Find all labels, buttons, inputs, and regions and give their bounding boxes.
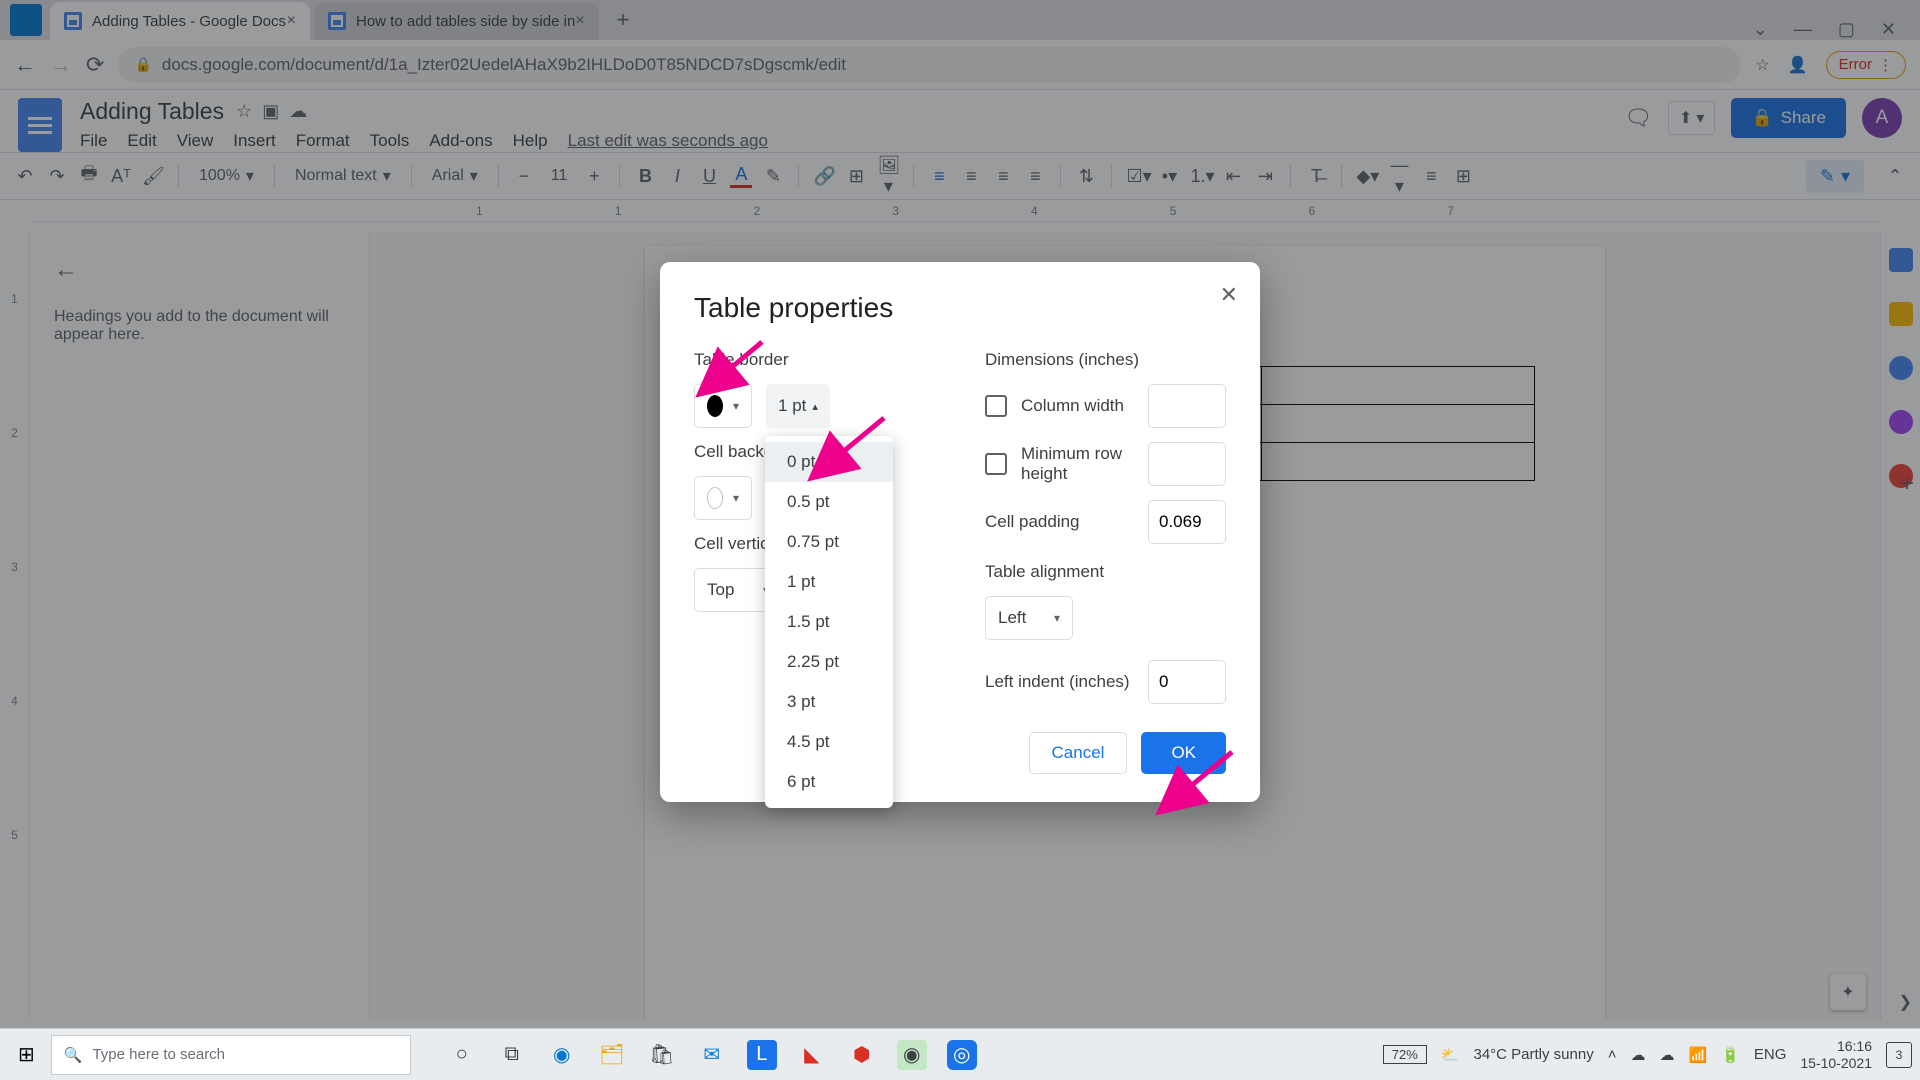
mail-icon[interactable]: ✉ <box>697 1040 727 1070</box>
border-width-select[interactable]: 1 pt ▴ <box>766 384 830 428</box>
pt-option[interactable]: 6 pt <box>765 762 893 802</box>
pt-option[interactable]: 3 pt <box>765 682 893 722</box>
ok-button[interactable]: OK <box>1141 732 1226 774</box>
border-color-button[interactable]: ▾ <box>694 384 752 428</box>
vert-align-label: Cell vertic <box>694 534 774 554</box>
meetnow-icon[interactable]: ☁ <box>1659 1046 1674 1064</box>
color-swatch-icon <box>707 395 723 417</box>
pt-option[interactable]: 1 pt <box>765 562 893 602</box>
border-section-label: Table border <box>694 350 935 370</box>
cortana-icon[interactable]: ○ <box>447 1040 477 1070</box>
app-l-icon[interactable]: L <box>747 1040 777 1070</box>
chrome-icon[interactable]: ◉ <box>897 1040 927 1070</box>
dimensions-label: Dimensions (inches) <box>985 350 1226 370</box>
start-button[interactable]: ⊞ <box>8 1042 45 1067</box>
action-center-icon[interactable]: 3 <box>1886 1042 1912 1068</box>
language-indicator[interactable]: ENG <box>1754 1046 1787 1063</box>
cell-padding-input[interactable] <box>1148 500 1226 544</box>
table-alignment-label: Table alignment <box>985 562 1226 582</box>
column-width-label: Column width <box>1021 396 1134 416</box>
chevron-down-icon: ▾ <box>1054 611 1060 625</box>
pt-option[interactable]: 1.5 pt <box>765 602 893 642</box>
pt-option[interactable]: 4.5 pt <box>765 722 893 762</box>
color-swatch-icon <box>707 487 723 509</box>
explorer-icon[interactable]: 🗂 <box>597 1040 627 1070</box>
weather-text[interactable]: 34°C Partly sunny <box>1473 1046 1593 1063</box>
cell-bg-label: Cell background color <box>694 442 774 462</box>
chevron-down-icon: ▾ <box>733 491 739 505</box>
left-indent-label: Left indent (inches) <box>985 672 1134 692</box>
column-width-input[interactable] <box>1148 384 1226 428</box>
pt-option[interactable]: 0.5 pt <box>765 482 893 522</box>
table-alignment-select[interactable]: Left ▾ <box>985 596 1073 640</box>
row-height-checkbox[interactable] <box>985 453 1007 475</box>
office-icon[interactable]: ⬢ <box>847 1040 877 1070</box>
camera-icon[interactable]: ◎ <box>947 1040 977 1070</box>
chevron-down-icon: ▾ <box>733 399 739 413</box>
dialog-close-icon[interactable]: ✕ <box>1220 282 1238 308</box>
column-width-checkbox[interactable] <box>985 395 1007 417</box>
store-icon[interactable]: 🛍 <box>647 1040 677 1070</box>
taskbar-search[interactable]: 🔍 Type here to search <box>51 1035 411 1075</box>
cell-bg-color-button[interactable]: ▾ <box>694 476 752 520</box>
pt-option[interactable]: 2.25 pt <box>765 642 893 682</box>
chevron-up-icon: ▴ <box>812 400 818 413</box>
cancel-button[interactable]: Cancel <box>1029 732 1128 774</box>
battery-indicator[interactable]: 72% <box>1383 1045 1427 1064</box>
pt-option[interactable]: 0 pt <box>765 442 893 482</box>
taskview-icon[interactable]: ⧉ <box>497 1040 527 1070</box>
cell-padding-label: Cell padding <box>985 512 1134 532</box>
border-width-menu: 0 pt 0.5 pt 0.75 pt 1 pt 1.5 pt 2.25 pt … <box>765 436 893 808</box>
mcafee-icon[interactable]: ◣ <box>797 1040 827 1070</box>
edge-icon[interactable]: ◉ <box>547 1040 577 1070</box>
left-indent-input[interactable] <box>1148 660 1226 704</box>
table-properties-dialog: ✕ Table properties Table border ▾ 1 pt ▴… <box>660 262 1260 802</box>
weather-icon[interactable]: ⛅ <box>1441 1046 1460 1064</box>
pt-option[interactable]: 0.75 pt <box>765 522 893 562</box>
row-height-input[interactable] <box>1148 442 1226 486</box>
battery-icon[interactable]: 🔋 <box>1721 1046 1740 1064</box>
tray-chevron-icon[interactable]: ˄ <box>1608 1046 1617 1063</box>
windows-taskbar: ⊞ 🔍 Type here to search ○ ⧉ ◉ 🗂 🛍 ✉ L ◣ … <box>0 1028 1920 1080</box>
taskbar-clock[interactable]: 16:16 15-10-2021 <box>1800 1038 1872 1072</box>
onedrive-icon[interactable]: ☁ <box>1630 1046 1645 1064</box>
row-height-label: Minimum row height <box>1021 444 1134 484</box>
search-icon: 🔍 <box>64 1046 83 1064</box>
wifi-icon[interactable]: 📶 <box>1688 1046 1707 1064</box>
dialog-title: Table properties <box>694 292 1226 324</box>
search-placeholder: Type here to search <box>92 1046 225 1063</box>
